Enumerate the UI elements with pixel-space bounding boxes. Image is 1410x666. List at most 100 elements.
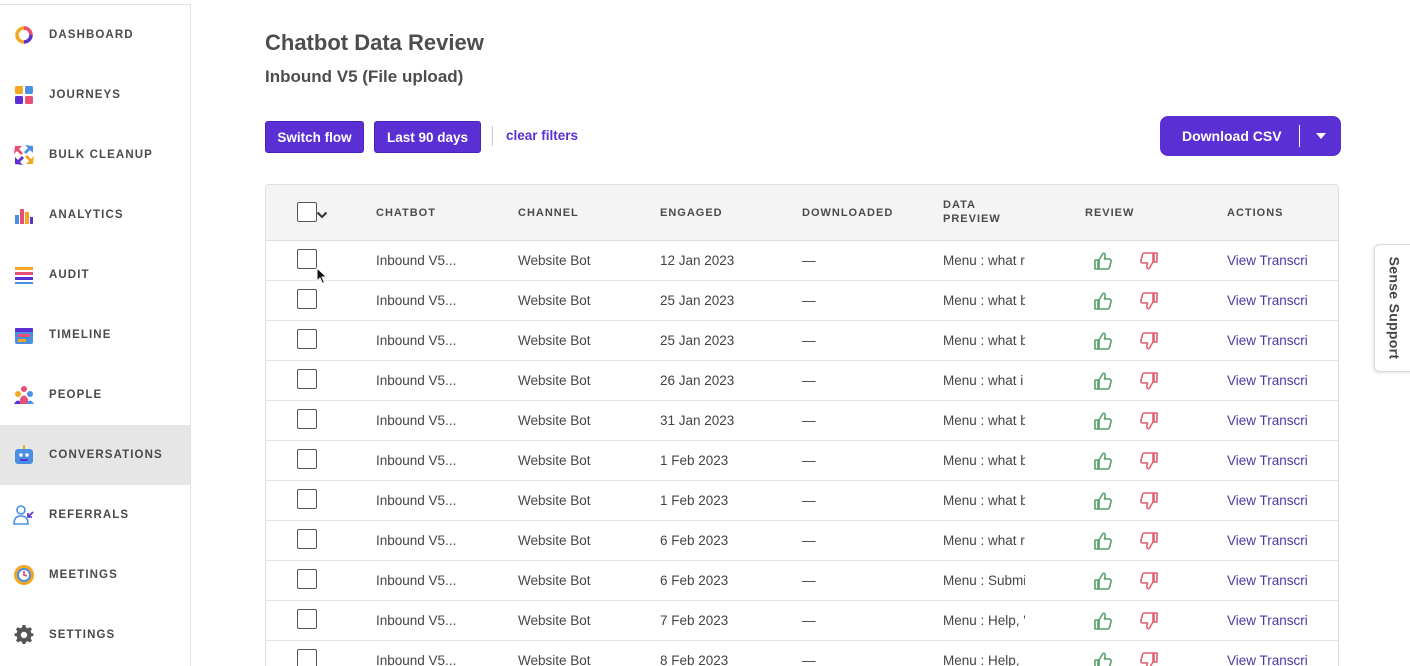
cell-channel: Website Bot — [518, 373, 591, 388]
row-checkbox[interactable] — [297, 409, 317, 429]
sidebar-item-dashboard[interactable]: DASHBOARD — [0, 5, 190, 65]
app: DASHBOARD JOURNEYS BULK CLEANUP ANALYTIC… — [0, 0, 1410, 666]
caret-down-icon[interactable] — [1310, 126, 1332, 146]
thumbs-up-icon[interactable] — [1093, 291, 1113, 311]
view-transcript-link[interactable]: View Transcri — [1227, 453, 1309, 468]
clear-filters-link[interactable]: clear filters — [506, 128, 578, 143]
sidebar-item-label: JOURNEYS — [49, 89, 122, 101]
table-header: CHATBOT CHANNEL ENGAGED DOWNLOADED DATA … — [266, 185, 1338, 241]
cell-data-preview: Menu : what b — [943, 333, 1025, 348]
thumbs-down-icon[interactable] — [1139, 571, 1159, 591]
journeys-grid-icon — [13, 84, 35, 106]
row-checkbox[interactable] — [297, 569, 317, 589]
cell-engaged: 1 Feb 2023 — [660, 453, 729, 468]
sidebar-item-timeline[interactable]: TIMELINE — [0, 305, 190, 365]
sidebar-item-label: ANALYTICS — [49, 209, 124, 221]
sidebar-item-meetings[interactable]: MEETINGS — [0, 545, 190, 605]
sidebar-item-audit[interactable]: AUDIT — [0, 245, 190, 305]
thumbs-down-icon[interactable] — [1139, 371, 1159, 391]
view-transcript-link[interactable]: View Transcri — [1227, 613, 1309, 628]
cell-data-preview: Menu : what r — [943, 253, 1025, 268]
table-row: Inbound V5... Website Bot 6 Feb 2023 — Menu … — [266, 561, 1338, 601]
view-transcript-link[interactable]: View Transcri — [1227, 333, 1309, 348]
cell-channel: Website Bot — [518, 493, 591, 508]
sidebar-item-bulk-cleanup[interactable]: BULK CLEANUP — [0, 125, 190, 185]
column-header-channel: CHANNEL — [518, 207, 579, 219]
cell-channel: Website Bot — [518, 253, 591, 268]
cell-downloaded: — — [802, 333, 816, 348]
filter-divider — [492, 126, 493, 146]
view-transcript-link[interactable]: View Transcri — [1227, 493, 1309, 508]
thumbs-up-icon[interactable] — [1093, 491, 1113, 511]
table-row: Inbound V5... Website Bot 12 Jan 2023 — Menu… — [266, 241, 1338, 281]
select-all-checkbox[interactable] — [297, 202, 317, 222]
thumbs-up-icon[interactable] — [1093, 251, 1113, 271]
chevron-down-icon[interactable] — [316, 207, 328, 219]
switch-flow-button[interactable]: Switch flow — [265, 121, 364, 153]
sidebar-item-referrals[interactable]: REFERRALS — [0, 485, 190, 545]
thumbs-down-icon[interactable] — [1139, 491, 1159, 511]
cell-downloaded: — — [802, 293, 816, 308]
view-transcript-link[interactable]: View Transcri — [1227, 413, 1309, 428]
thumbs-down-icon[interactable] — [1139, 331, 1159, 351]
thumbs-up-icon[interactable] — [1093, 531, 1113, 551]
thumbs-up-icon[interactable] — [1093, 651, 1113, 666]
date-range-button[interactable]: Last 90 days — [374, 121, 481, 153]
cell-downloaded: — — [802, 253, 816, 268]
table-row: Inbound V5... Website Bot 1 Feb 2023 — Menu … — [266, 481, 1338, 521]
thumbs-up-icon[interactable] — [1093, 611, 1113, 631]
dashboard-ring-icon — [13, 24, 35, 46]
thumbs-down-icon[interactable] — [1139, 531, 1159, 551]
cell-data-preview: Menu : what r — [943, 533, 1025, 548]
sidebar-item-analytics[interactable]: ANALYTICS — [0, 185, 190, 245]
sense-support-tab[interactable]: Sense Support — [1374, 244, 1410, 372]
row-checkbox[interactable] — [297, 529, 317, 549]
cell-data-preview: Menu : what b — [943, 413, 1025, 428]
meetings-clock-icon — [13, 564, 35, 586]
thumbs-down-icon[interactable] — [1139, 291, 1159, 311]
thumbs-up-icon[interactable] — [1093, 371, 1113, 391]
view-transcript-link[interactable]: View Transcri — [1227, 533, 1309, 548]
thumbs-up-icon[interactable] — [1093, 451, 1113, 471]
thumbs-down-icon[interactable] — [1139, 651, 1159, 666]
sidebar-item-conversations[interactable]: CONVERSATIONS — [0, 425, 190, 485]
view-transcript-link[interactable]: View Transcri — [1227, 373, 1309, 388]
row-checkbox[interactable] — [297, 449, 317, 469]
thumbs-down-icon[interactable] — [1139, 451, 1159, 471]
view-transcript-link[interactable]: View Transcri — [1227, 253, 1309, 268]
thumbs-down-icon[interactable] — [1139, 251, 1159, 271]
bulk-cleanup-arrows-icon — [13, 144, 35, 166]
row-checkbox[interactable] — [297, 249, 317, 269]
sidebar: DASHBOARD JOURNEYS BULK CLEANUP ANALYTIC… — [0, 4, 191, 666]
sidebar-item-settings[interactable]: SETTINGS — [0, 605, 190, 665]
cell-engaged: 31 Jan 2023 — [660, 413, 735, 428]
thumbs-up-icon[interactable] — [1093, 571, 1113, 591]
row-checkbox[interactable] — [297, 329, 317, 349]
cell-chatbot: Inbound V5... — [376, 453, 457, 468]
sidebar-item-journeys[interactable]: JOURNEYS — [0, 65, 190, 125]
row-checkbox[interactable] — [297, 489, 317, 509]
row-checkbox[interactable] — [297, 649, 317, 666]
view-transcript-link[interactable]: View Transcri — [1227, 293, 1309, 308]
view-transcript-link[interactable]: View Transcri — [1227, 653, 1309, 666]
row-checkbox[interactable] — [297, 609, 317, 629]
sidebar-item-people[interactable]: PEOPLE — [0, 365, 190, 425]
row-checkbox[interactable] — [297, 289, 317, 309]
column-header-actions: ACTIONS — [1227, 207, 1284, 219]
thumbs-up-icon[interactable] — [1093, 331, 1113, 351]
download-divider — [1299, 125, 1300, 147]
table-row: Inbound V5... Website Bot 8 Feb 2023 — Menu … — [266, 641, 1338, 666]
row-checkbox[interactable] — [297, 369, 317, 389]
column-header-engaged: ENGAGED — [660, 207, 723, 219]
view-transcript-link[interactable]: View Transcri — [1227, 573, 1309, 588]
referrals-user-icon — [13, 504, 35, 526]
download-csv-button[interactable]: Download CSV — [1182, 128, 1282, 144]
thumbs-up-icon[interactable] — [1093, 411, 1113, 431]
thumbs-down-icon[interactable] — [1139, 411, 1159, 431]
cell-chatbot: Inbound V5... — [376, 493, 457, 508]
sidebar-item-label: BULK CLEANUP — [49, 149, 153, 161]
table-row: Inbound V5... Website Bot 26 Jan 2023 — Menu… — [266, 361, 1338, 401]
table-row: Inbound V5... Website Bot 6 Feb 2023 — Menu … — [266, 521, 1338, 561]
thumbs-down-icon[interactable] — [1139, 611, 1159, 631]
analytics-bars-icon — [13, 204, 35, 226]
